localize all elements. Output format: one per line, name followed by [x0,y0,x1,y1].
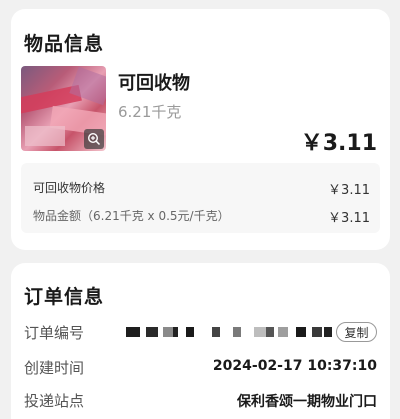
zoom-in-icon[interactable] [84,129,104,149]
item-amount-label: 物品金额（6.21千克 x 0.5元/千克） [33,209,230,223]
recyclable-price-label: 可回收物价格 [33,181,106,195]
item-price: ￥3.11 [300,131,377,156]
recyclable-price-row: 可回收物价格 ￥3.11 [33,179,370,198]
item-weight: 6.21千克 [118,103,182,121]
item-amount-row: 物品金额（6.21千克 x 0.5元/千克） ￥3.11 [33,207,370,226]
item-thumbnail[interactable] [21,66,106,151]
station-value: 保利香颂一期物业门口 [237,394,377,410]
order-info-title: 订单信息 [24,286,105,308]
order-info-card: 订单信息 订单编号 复制 创建时间 2024-02-17 10:37:10 投递… [11,263,390,419]
item-name: 可回收物 [118,73,190,94]
item-amount-value: ￥3.11 [328,211,370,226]
item-info-card: 物品信息 可回收物 6.21千克 ￥3.11 可回收物价格 ￥3.11 物品金额… [11,9,390,250]
station-label: 投递站点 [24,392,85,410]
order-number-label: 订单编号 [24,324,85,342]
created-time-value: 2024-02-17 10:37:10 [212,358,377,374]
recyclable-price-value: ￥3.11 [328,183,370,198]
item-info-title: 物品信息 [24,33,105,55]
copy-button[interactable]: 复制 [336,322,377,342]
created-time-label: 创建时间 [24,359,85,377]
price-detail-box: 可回收物价格 ￥3.11 物品金额（6.21千克 x 0.5元/千克） ￥3.1… [21,163,380,233]
